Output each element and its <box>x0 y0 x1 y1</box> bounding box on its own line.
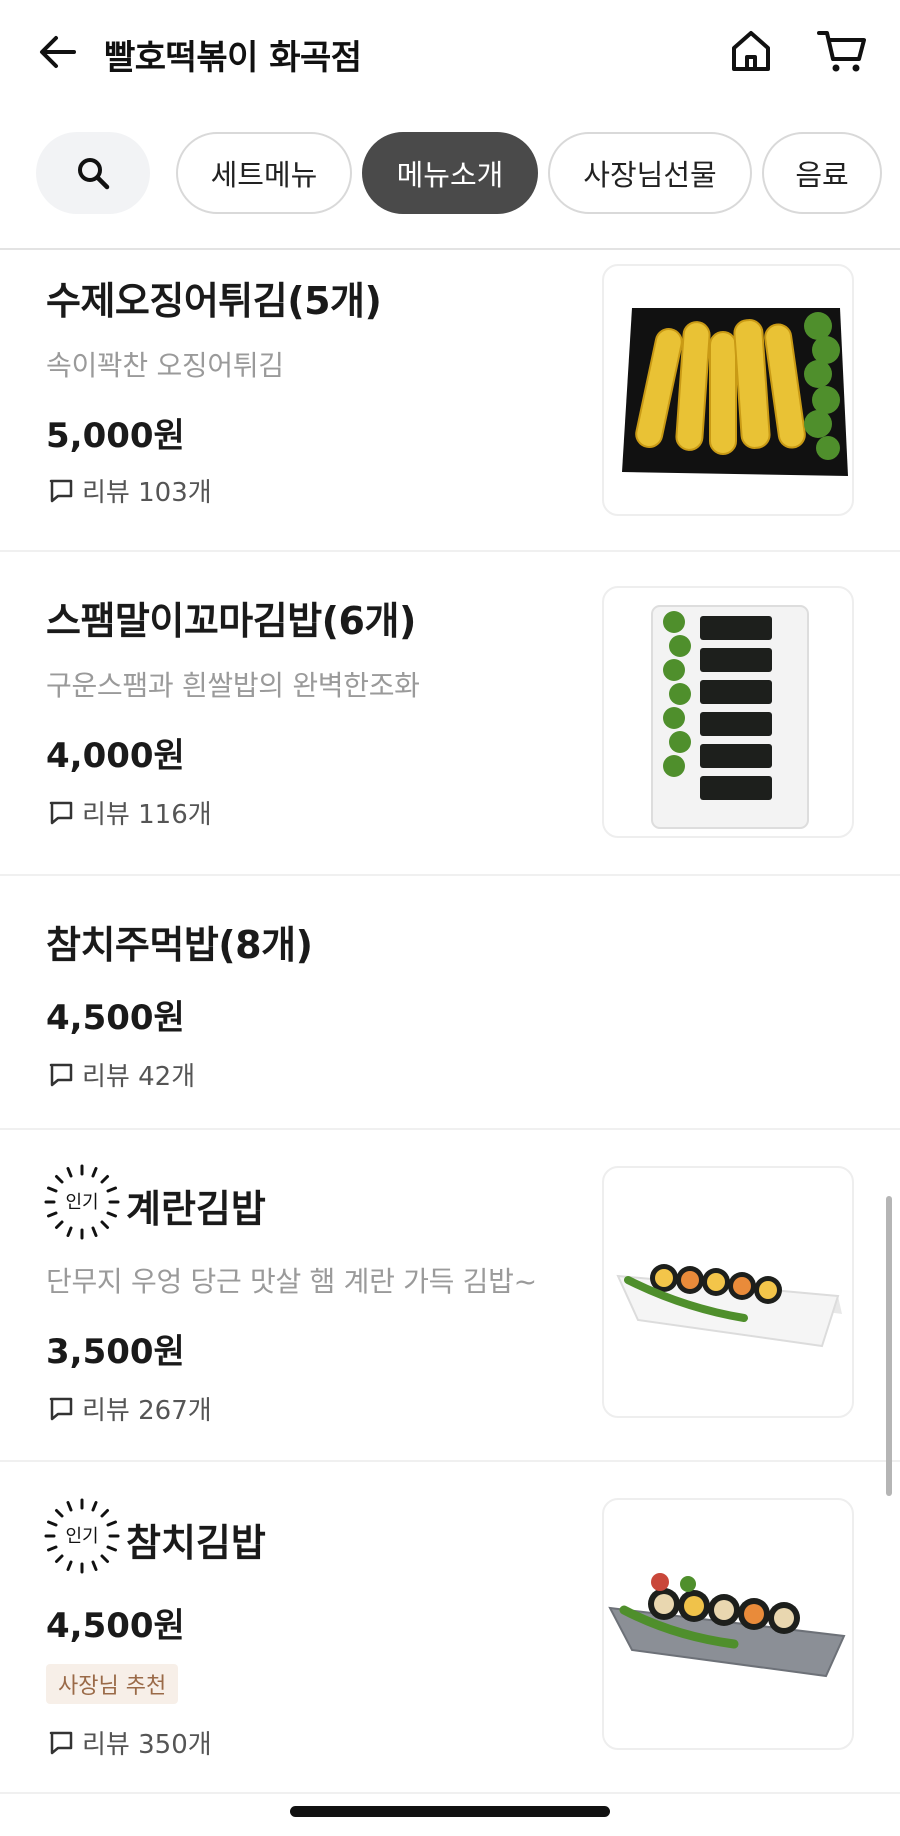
review-count: 리뷰 103개 <box>48 472 212 509</box>
cart-button[interactable] <box>816 26 868 76</box>
item-name: 스팸말이꼬마김밥(6개) <box>46 599 416 643</box>
category-tabs: 세트메뉴 메뉴소개 사장님선물 음료 <box>0 130 900 216</box>
item-price: 3,500원 <box>46 1332 185 1372</box>
item-photo <box>602 264 854 516</box>
popular-badge-label: 인기 <box>65 1192 98 1213</box>
review-count: 리뷰 267개 <box>48 1390 212 1427</box>
review-count: 리뷰 116개 <box>48 794 212 831</box>
item-description: 구운스팸과 흰쌀밥의 완벽한조화 <box>46 669 420 702</box>
review-text: 리뷰 116개 <box>82 800 212 830</box>
home-button[interactable] <box>726 26 776 76</box>
menu-search-button[interactable] <box>36 132 150 214</box>
item-photo <box>602 1498 854 1750</box>
popular-badge-icon: 인기 <box>44 1164 120 1240</box>
item-description: 단무지 우엉 당근 맛살 햄 계란 가득 김밥~ <box>46 1265 537 1298</box>
comment-icon <box>49 1397 73 1420</box>
item-description: 속이꽉찬 오징어튀김 <box>46 349 284 382</box>
review-text: 리뷰 267개 <box>82 1396 212 1426</box>
menu-item[interactable]: 인기 참치김밥 4,500원 사장님 추천 리뷰 350개 <box>0 1462 900 1794</box>
egg-gimbap-image <box>616 1264 842 1348</box>
item-name: 참치주먹밥(8개) <box>46 923 313 967</box>
tab-drinks[interactable]: 음료 <box>762 132 882 214</box>
owner-recommend-tag: 사장님 추천 <box>46 1664 179 1704</box>
home-indicator <box>290 1806 610 1817</box>
comment-icon <box>49 1063 73 1086</box>
item-name: 계란김밥 <box>126 1187 266 1231</box>
item-price: 4,500원 <box>46 998 185 1038</box>
item-price: 4,000원 <box>46 736 185 776</box>
menu-item[interactable]: 스팸말이꼬마김밥(6개) 구운스팸과 흰쌀밥의 완벽한조화 4,000원 리뷰 … <box>0 552 900 876</box>
search-icon <box>78 158 110 190</box>
back-button[interactable] <box>34 28 82 76</box>
squid-fry-image <box>622 308 848 476</box>
item-name: 수제오징어튀김(5개) <box>46 279 382 323</box>
popular-badge-icon: 인기 <box>44 1498 120 1574</box>
item-photo <box>602 1166 854 1418</box>
item-price: 4,500원 <box>46 1606 185 1646</box>
comment-icon <box>49 1731 73 1754</box>
spam-gimbap-image <box>651 605 809 829</box>
menu-item[interactable]: 수제오징어튀김(5개) 속이꽉찬 오징어튀김 5,000원 리뷰 103개 <box>0 252 900 552</box>
review-text: 리뷰 350개 <box>82 1730 212 1760</box>
item-price: 5,000원 <box>46 416 185 456</box>
comment-icon <box>49 479 73 502</box>
popular-badge-label: 인기 <box>65 1526 98 1547</box>
tuna-gimbap-image <box>608 1573 846 1678</box>
store-title: 빨호떡볶이 화곡점 <box>104 38 362 78</box>
header-divider <box>0 248 900 250</box>
menu-item[interactable]: 참치주먹밥(8개) 4,500원 리뷰 42개 <box>0 876 900 1130</box>
tab-menu-intro[interactable]: 메뉴소개 <box>362 132 538 214</box>
top-bar: 빨호떡볶이 화곡점 <box>0 0 900 110</box>
review-count: 리뷰 42개 <box>48 1056 195 1093</box>
review-text: 리뷰 103개 <box>82 478 212 508</box>
menu-item[interactable]: 인기 계란김밥 단무지 우엉 당근 맛살 햄 계란 가득 김밥~ 3,500원 … <box>0 1130 900 1462</box>
item-photo <box>602 586 854 838</box>
arrow-left-icon <box>40 36 76 68</box>
scrollbar[interactable] <box>886 1196 892 1496</box>
cart-icon <box>817 31 866 72</box>
review-text: 리뷰 42개 <box>82 1062 196 1092</box>
home-icon <box>732 31 770 71</box>
tab-owner-gift[interactable]: 사장님선물 <box>548 132 752 214</box>
review-count: 리뷰 350개 <box>48 1724 212 1761</box>
comment-icon <box>49 801 73 824</box>
item-name: 참치김밥 <box>126 1521 266 1565</box>
tab-set-menu[interactable]: 세트메뉴 <box>176 132 352 214</box>
